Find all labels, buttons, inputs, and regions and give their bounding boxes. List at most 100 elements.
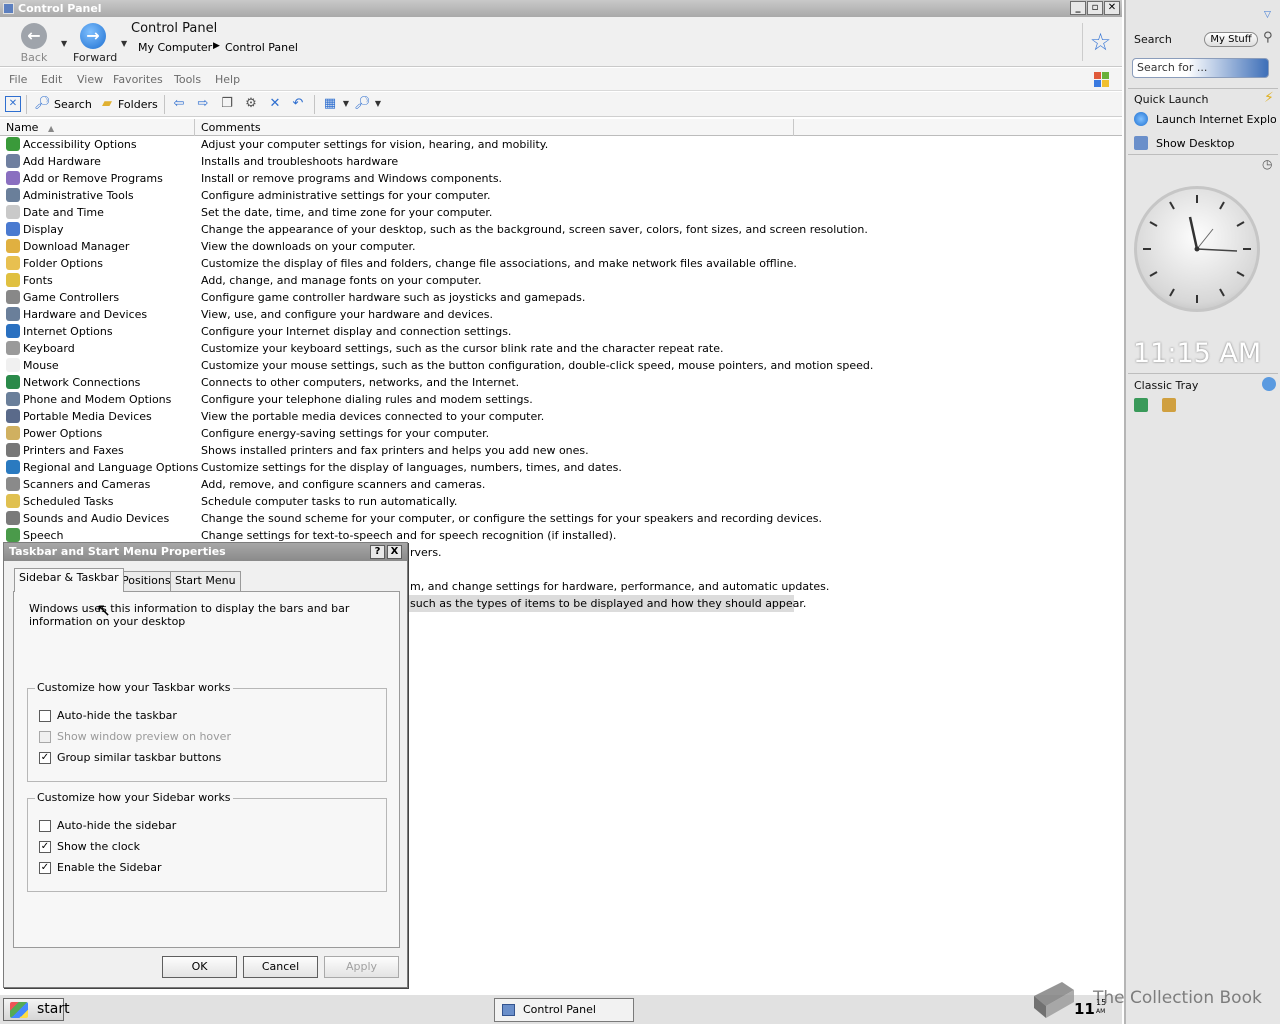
dialog-title: Taskbar and Start Menu Properties [9,545,226,558]
taskbar-button-control-panel[interactable]: Control Panel [494,998,634,1022]
search-button[interactable]: Search [54,96,92,113]
item-comment: Schedule computer tasks to run automatic… [201,495,458,508]
item-name: Network Connections [23,376,141,389]
list-item[interactable]: Power Options Configure energy-saving set… [0,425,800,442]
list-item[interactable]: Download Manager View the downloads on yo… [0,238,800,255]
close-pane-icon[interactable]: ✕ [5,96,21,112]
tray-network-icon[interactable] [1134,398,1148,412]
list-item[interactable]: Game Controllers Configure game controlle… [0,289,800,306]
restore-button[interactable]: ▫ [1087,1,1103,15]
back-button[interactable]: ← Back [14,23,54,64]
checkbox-checked[interactable]: ✓ [39,841,51,853]
tab-start-menu[interactable]: Start Menu [170,571,241,591]
checkbox-unchecked[interactable] [39,710,51,722]
lightning-icon[interactable]: ⚡ [1264,90,1274,106]
sidebar-search-input[interactable]: Search for ... [1132,58,1269,78]
list-item[interactable]: Scanners and Cameras Add, remove, and con… [0,476,800,493]
menu-file[interactable]: File [9,73,27,86]
list-item[interactable]: Keyboard Customize your keyboard settings… [0,340,800,357]
cancel-button[interactable]: Cancel [243,956,318,978]
sidebar-group-title: Customize how your Sidebar works [35,791,233,804]
tray-security-icon[interactable] [1162,398,1176,412]
classic-tray-icon[interactable] [1262,377,1276,391]
dialog-close-button[interactable]: X [387,545,402,559]
list-item[interactable]: Display Change the appearance of your des… [0,221,868,238]
forward-button[interactable]: → Forward [73,23,117,64]
list-item[interactable]: Printers and Faxes Shows installed printe… [0,442,800,459]
delete-icon[interactable]: ✕ [267,96,283,112]
list-item[interactable]: Folder Options Customize the display of f… [0,255,800,272]
column-header-name[interactable]: Name ▲ [0,119,195,136]
favorites-star-icon[interactable]: ☆ [1082,23,1118,61]
menu-tools[interactable]: Tools [174,73,201,86]
list-item[interactable]: Administrative Tools Configure administra… [0,187,800,204]
list-item[interactable]: Network Connections Connects to other com… [0,374,800,391]
undo-icon[interactable]: ↶ [290,96,306,112]
properties-icon[interactable]: ⚙ [243,96,259,112]
analog-clock [1134,186,1260,312]
list-item[interactable]: Phone and Modem Options Configure your te… [0,391,800,408]
checkbox-checked[interactable]: ✓ [39,752,51,764]
menu-edit[interactable]: Edit [41,73,62,86]
forward-label: Forward [73,51,118,64]
minimize-button[interactable]: _ [1070,1,1086,15]
checkbox-checked[interactable]: ✓ [39,862,51,874]
move-to-icon[interactable]: ⇨ [195,96,211,112]
item-comment: View the downloads on your computer. [201,240,416,253]
quick-launch-internet-explorer[interactable]: Launch Internet Explorer Browser [1134,112,1276,126]
help-button[interactable]: ? [370,545,385,559]
taskbar-settings-group: Customize how your Taskbar works Auto-hi… [27,681,387,782]
list-item[interactable]: Mouse Customize your mouse settings, such… [0,357,873,374]
control-panel-item-icon [6,324,20,338]
start-button[interactable]: start [3,998,70,1021]
list-item[interactable]: Accessibility Options Adjust your compute… [0,136,800,153]
minute-hand [1196,248,1238,252]
views-dropdown-icon[interactable]: ▼ [338,96,354,112]
list-item[interactable]: such as the types of items to be display… [405,595,806,612]
tab-sidebar-taskbar[interactable]: Sidebar & Taskbar [14,568,124,592]
ok-button[interactable]: OK [162,956,237,978]
breadcrumb-my-computer[interactable]: My Computer [138,41,212,54]
sidebar-collapse-icon[interactable]: ▽ [1264,10,1271,20]
list-item[interactable]: Add or Remove Programs Install or remove … [0,170,800,187]
menu-view[interactable]: View [77,73,103,86]
copy-to-icon[interactable]: ❐ [219,96,235,112]
dialog-titlebar[interactable]: Taskbar and Start Menu Properties ? X [4,543,407,561]
item-comment: Configure game controller hardware such … [201,291,586,304]
list-item[interactable]: Scheduled Tasks Schedule computer tasks t… [0,493,800,510]
list-item[interactable]: Sounds and Audio Devices Change the sound… [0,510,822,527]
menu-favorites[interactable]: Favorites [113,73,163,86]
list-item[interactable]: Date and Time Set the date, time, and tim… [0,204,800,221]
list-item[interactable]: Internet Options Configure your Internet … [0,323,800,340]
zoom-dropdown-icon[interactable]: ▼ [370,96,386,112]
item-name: Scheduled Tasks [23,495,114,508]
column-header-comments[interactable]: Comments [195,119,794,136]
control-panel-item-icon [6,222,20,236]
search-icon[interactable]: ⚲ [1263,30,1273,45]
clock-settings-icon[interactable]: ◷ [1262,157,1272,171]
search-icon[interactable]: 🔎︎ [34,96,51,112]
close-button[interactable]: ✕ [1104,1,1120,15]
checkbox-label: Show window preview on hover [57,730,231,743]
list-item[interactable]: Hardware and Devices View, use, and confi… [0,306,800,323]
list-item[interactable]: Regional and Language Options Customize s… [0,459,800,476]
checkbox-unchecked[interactable] [39,820,51,832]
menu-help[interactable]: Help [215,73,240,86]
tab-positions[interactable]: Positions [117,571,176,591]
quick-launch-show-desktop[interactable]: Show Desktop [1134,136,1276,150]
forward-dropdown-icon[interactable]: ▼ [121,39,127,48]
my-stuff-button[interactable]: My Stuff [1204,32,1258,47]
up-folder-icon[interactable]: ⇦ [171,96,187,112]
zoom-icon[interactable]: 🔎︎ [354,96,371,112]
list-item[interactable]: Fonts Add, change, and manage fonts on yo… [0,272,800,289]
folders-button[interactable]: Folders [118,96,158,113]
window-titlebar[interactable]: Control Panel _ ▫ ✕ [0,0,1122,17]
folders-icon[interactable]: ▰ [99,96,115,112]
list-item[interactable]: Portable Media Devices View the portable … [0,408,800,425]
views-icon[interactable]: ▦ [322,96,338,112]
column-name-label: Name [6,121,39,134]
apply-button[interactable]: Apply [324,956,399,978]
breadcrumb-control-panel[interactable]: Control Panel [225,41,298,54]
list-item[interactable]: Add Hardware Installs and troubleshoots h… [0,153,800,170]
back-dropdown-icon[interactable]: ▼ [61,39,67,48]
